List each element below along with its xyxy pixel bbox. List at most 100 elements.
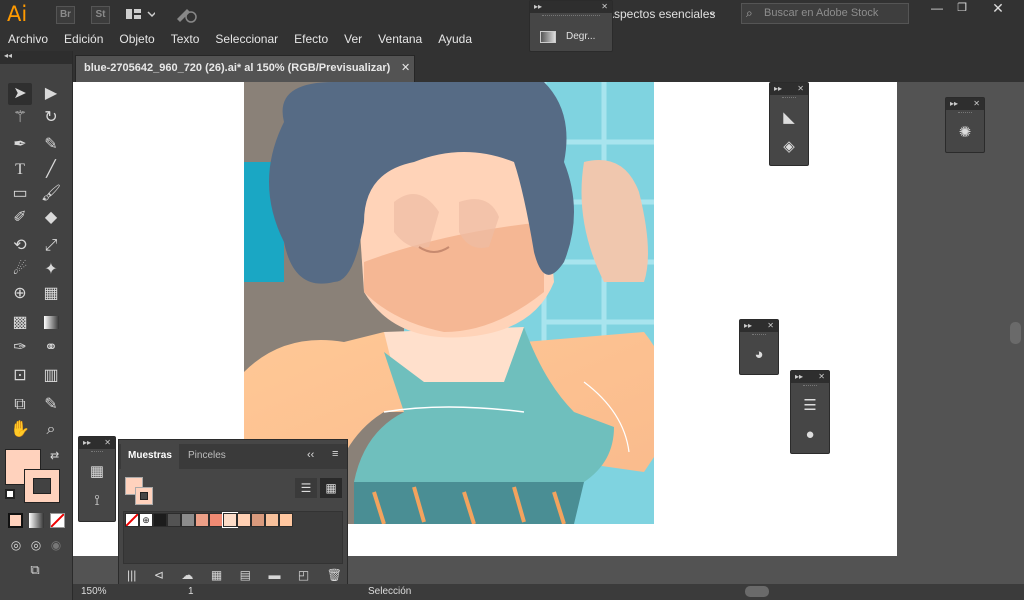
vertical-scrollbar[interactable]	[1007, 82, 1024, 582]
perspective-grid-icon[interactable]: ▦	[40, 283, 62, 305]
zoom-tool-icon[interactable]: ⌕	[40, 419, 62, 441]
shape-builder-icon[interactable]: ⊕	[9, 283, 31, 305]
color-mode-button[interactable]	[8, 513, 23, 528]
panel-header[interactable]: ▸▸ ✕	[740, 320, 778, 332]
collapse-icon[interactable]: ‹‹	[307, 449, 314, 461]
stock-button[interactable]: St	[91, 6, 110, 24]
mesh-tool-icon[interactable]: ▩	[9, 312, 31, 334]
swatch[interactable]	[209, 513, 223, 527]
swatch-selected[interactable]	[222, 512, 238, 528]
gradient-icon[interactable]	[540, 31, 556, 43]
close-window-button[interactable]: ✕	[985, 0, 1011, 20]
swatch[interactable]	[195, 513, 209, 527]
type-tool-icon[interactable]: T	[9, 159, 31, 181]
panel-grip[interactable]	[542, 15, 600, 20]
panel-grip[interactable]	[782, 97, 796, 102]
document-tab[interactable]: blue-2705642_960_720 (26).ai* al 150% (R…	[75, 55, 415, 82]
swatch[interactable]	[153, 513, 167, 527]
magic-wand-icon[interactable]: ⚚	[9, 107, 31, 129]
swatch[interactable]	[265, 513, 279, 527]
stroke-color-swatch[interactable]	[24, 469, 60, 503]
slice-tool-icon[interactable]: ✎	[40, 394, 62, 416]
paintbrush-icon[interactable]: 🖌	[40, 183, 62, 205]
minimize-button[interactable]: —	[926, 1, 948, 19]
panel-grip[interactable]	[91, 451, 103, 456]
panel-grip[interactable]	[752, 334, 766, 339]
line-tool-icon[interactable]: ╱	[40, 159, 62, 181]
tab-muestras[interactable]: Muestras	[121, 444, 179, 469]
symbol-sprayer-icon[interactable]: ⊡	[9, 365, 31, 387]
arrange-documents-button[interactable]	[125, 7, 157, 21]
scale-tool-icon[interactable]: ⤢	[40, 235, 62, 257]
workspace-switcher[interactable]: Aspectos esenciales	[606, 7, 715, 21]
zoom-level[interactable]: 150%	[81, 586, 107, 597]
links-icon[interactable]: ⟟	[83, 488, 111, 514]
artboard-number[interactable]: 1	[188, 586, 194, 597]
gradient-mode-button[interactable]	[29, 513, 44, 528]
none-mode-button[interactable]	[50, 513, 65, 528]
menu-seleccionar[interactable]: Seleccionar	[207, 29, 286, 51]
horizontal-scrollbar-thumb[interactable]	[745, 586, 769, 597]
close-tab-icon[interactable]: ✕	[401, 61, 410, 74]
artboard-tool-icon[interactable]: ⧉	[9, 394, 31, 416]
swatch[interactable]	[167, 513, 181, 527]
draw-normal-icon[interactable]: ◎	[5, 534, 27, 556]
screen-mode-icon[interactable]: ⧉	[24, 559, 46, 581]
lasso-icon[interactable]: ↻	[40, 107, 62, 129]
pathfinder-icon[interactable]: ●	[796, 422, 824, 448]
panel-header[interactable]: ▸▸ ✕	[530, 1, 612, 13]
menu-texto[interactable]: Texto	[163, 29, 208, 51]
stroke-lines-icon[interactable]: ☰	[796, 393, 824, 419]
panel-header[interactable]: ▸▸ ✕	[79, 437, 115, 449]
blend-tool-icon[interactable]: ⚭	[40, 337, 62, 359]
chevron-down-icon[interactable]: ⌄	[708, 5, 717, 18]
status-mode[interactable]: Selección	[368, 586, 411, 597]
puppet-warp-icon[interactable]: ✦	[40, 259, 62, 281]
grid-view-icon[interactable]: ▦	[320, 478, 342, 498]
eraser-icon[interactable]: ◆	[40, 207, 62, 229]
swatch-none[interactable]	[125, 513, 139, 527]
eyedropper-icon[interactable]: ✑	[9, 337, 31, 359]
swatch-registration[interactable]: ⊕	[139, 513, 153, 527]
menu-efecto[interactable]: Efecto	[286, 29, 336, 51]
gradient-tool-icon[interactable]	[40, 312, 62, 334]
swatch[interactable]	[279, 513, 293, 527]
stroke-indicator[interactable]	[135, 487, 153, 505]
draw-inside-icon[interactable]: ◉	[45, 534, 67, 556]
menu-objeto[interactable]: Objeto	[111, 29, 162, 51]
menu-ventana[interactable]: Ventana	[370, 29, 430, 51]
graph-tool-icon[interactable]: ▥	[40, 365, 62, 387]
artboards-icon[interactable]: ▦	[83, 459, 111, 485]
panel-header[interactable]: ▸▸ ✕	[946, 98, 984, 110]
list-view-icon[interactable]: ☰	[295, 478, 317, 498]
restore-button[interactable]: ❐	[951, 1, 973, 19]
selection-tool-icon[interactable]: ➤	[9, 83, 31, 105]
curvature-tool-icon[interactable]: ✎	[40, 134, 62, 156]
pen-tool-icon[interactable]: ✒	[9, 134, 31, 156]
rectangle-tool-icon[interactable]: ▭	[9, 183, 31, 205]
warp-tool-icon[interactable]: ☄	[9, 259, 31, 281]
menu-ayuda[interactable]: Ayuda	[430, 29, 480, 51]
layers-icon[interactable]: ◈	[775, 134, 803, 160]
swatch[interactable]	[181, 513, 195, 527]
swatch[interactable]	[237, 513, 251, 527]
rotate-tool-icon[interactable]: ⟲	[9, 235, 31, 257]
swatch[interactable]	[251, 513, 265, 527]
hand-tool-icon[interactable]: ✋	[9, 419, 31, 441]
menu-archivo[interactable]: Archivo	[0, 29, 56, 51]
gpu-performance-icon[interactable]	[175, 5, 197, 23]
menu-ver[interactable]: Ver	[336, 29, 370, 51]
direct-selection-tool-icon[interactable]: ▶	[40, 83, 62, 105]
tools-panel-header[interactable]: ◂◂	[0, 51, 72, 64]
panel-grip[interactable]	[803, 385, 817, 390]
bridge-button[interactable]: Br	[56, 6, 75, 24]
draw-behind-icon[interactable]: ◎	[25, 534, 47, 556]
stock-search-input[interactable]: ⌕ Buscar en Adobe Stock	[741, 3, 909, 24]
panel-header[interactable]: ▸▸ ✕	[791, 371, 829, 383]
default-colors-icon[interactable]	[5, 489, 15, 499]
gradient-panel-label[interactable]: Degr...	[566, 31, 595, 42]
sun-icon[interactable]: ✺	[951, 120, 979, 146]
swap-colors-icon[interactable]: ⇄	[50, 449, 59, 462]
panel-grip[interactable]	[958, 112, 972, 117]
vertical-scrollbar-thumb[interactable]	[1010, 322, 1021, 344]
